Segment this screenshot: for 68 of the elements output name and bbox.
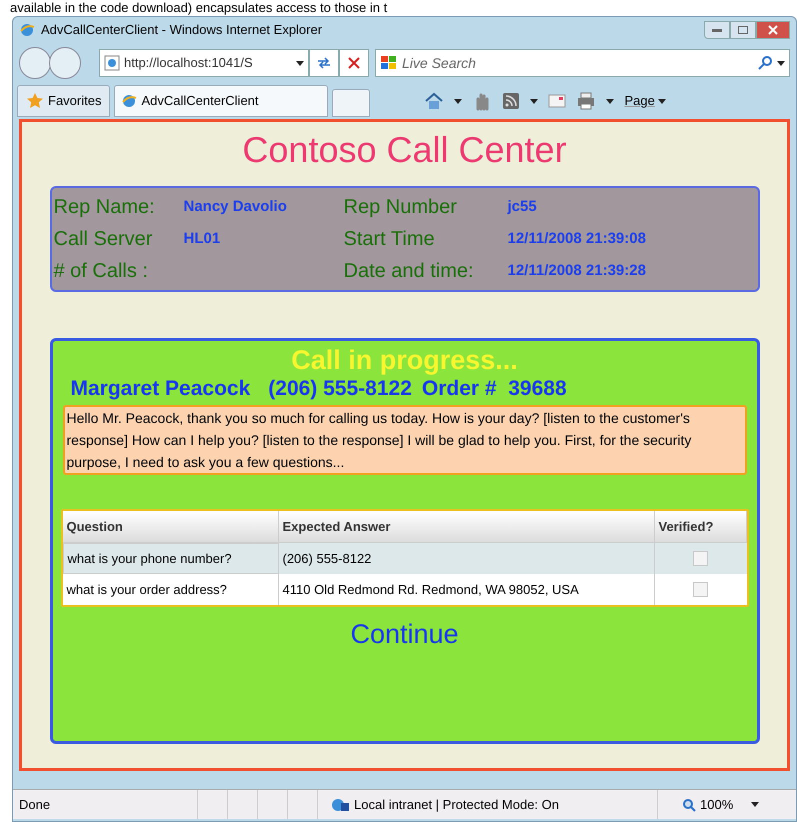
caret-icon (658, 98, 666, 104)
table-cell: what is your order address? (62, 574, 278, 605)
back-button[interactable] (19, 47, 51, 79)
caret-icon[interactable] (296, 60, 304, 66)
close-button[interactable] (756, 21, 790, 39)
windows-flag-icon (380, 55, 398, 71)
globe-icon (330, 796, 350, 812)
field-label: Date and time: (344, 259, 475, 284)
close-icon (768, 25, 778, 35)
call-status: Call in progress... (291, 345, 518, 375)
table-row[interactable]: what is your phone number? (206) 555-8122 (62, 543, 746, 574)
page-menu[interactable]: Page (624, 91, 666, 111)
field-label: Call Server (54, 227, 154, 252)
security-zone: Local intranet | Protected Mode: On (354, 796, 559, 814)
page-title: Contoso Call Center (242, 128, 567, 172)
mail-icon[interactable] (548, 94, 566, 108)
status-text: Done (18, 796, 52, 814)
field-value: HL01 (182, 229, 222, 249)
field-value: 12/11/2008 21:39:08 (506, 229, 647, 249)
field-label: Start Time (344, 227, 436, 252)
continue-button[interactable]: Continue (350, 617, 459, 651)
minimize-button[interactable] (704, 21, 730, 39)
refresh-button[interactable] (309, 49, 339, 77)
caret-icon[interactable] (454, 98, 462, 104)
window-title: AdvCallCenterClient - Windows Internet Explorer (41, 21, 322, 40)
address-field[interactable]: http://localhost:1041/S (99, 49, 309, 77)
field-value: jc55 (506, 197, 538, 217)
forward-button[interactable] (49, 47, 81, 79)
search-icon[interactable] (757, 55, 773, 71)
feed-icon[interactable] (502, 92, 520, 110)
field-value: Nancy Davolio (182, 197, 288, 217)
caret-icon[interactable] (751, 802, 760, 807)
caret-icon[interactable] (530, 98, 538, 104)
customer-phone: (206) 555-8122 (268, 376, 412, 402)
maximize-button[interactable] (730, 21, 756, 39)
search-input: Live Search (402, 52, 753, 74)
field-label: # of Calls : (54, 259, 149, 284)
caret-icon[interactable] (777, 60, 785, 66)
field-label: Rep Name: (54, 195, 156, 220)
refresh-icon (316, 57, 332, 69)
script-box: Hello Mr. Peacock, thank you so much for calling us today. How is your day? [listen to the customer's response] How can I help you? [listen to the response] I will be glad to help you. First, for the security purpose, I need to ask you a few questions... (62, 405, 746, 475)
home-icon[interactable] (424, 91, 444, 111)
customer-name: Margaret Peacock (70, 376, 250, 402)
caption-text: available in the code download) encapsulates access to those in t (9, 0, 388, 16)
star-icon (26, 92, 44, 110)
stop-icon (348, 57, 360, 69)
order-number: Order # 39688 (422, 376, 567, 402)
caret-icon[interactable] (606, 98, 614, 104)
browser-icon (19, 22, 35, 38)
page-icon (104, 55, 120, 71)
table-cell: what is your phone number? (62, 543, 278, 574)
printer-icon[interactable] (576, 92, 596, 110)
search-field[interactable]: Live Search (375, 49, 790, 77)
browser-tab[interactable]: AdvCallCenterClient (114, 85, 328, 117)
verified-checkbox[interactable] (693, 582, 708, 597)
url-text: http://localhost:1041/S (124, 54, 253, 72)
table-cell: 4110 Old Redmond Rd. Redmond, WA 98052, USA (278, 574, 654, 605)
favorites-button[interactable]: Favorites (17, 85, 110, 117)
column-header[interactable]: Verified? (654, 511, 746, 542)
verified-checkbox[interactable] (693, 551, 708, 566)
zoom-icon (682, 798, 696, 812)
field-label: Rep Number (344, 195, 458, 220)
stop-button[interactable] (339, 49, 369, 77)
column-header[interactable]: Expected Answer (278, 511, 654, 542)
field-value: 12/11/2008 21:39:28 (506, 261, 647, 281)
browser-icon (121, 93, 138, 109)
column-header[interactable]: Question (62, 511, 278, 542)
zoom-level[interactable]: 100% (700, 794, 734, 814)
